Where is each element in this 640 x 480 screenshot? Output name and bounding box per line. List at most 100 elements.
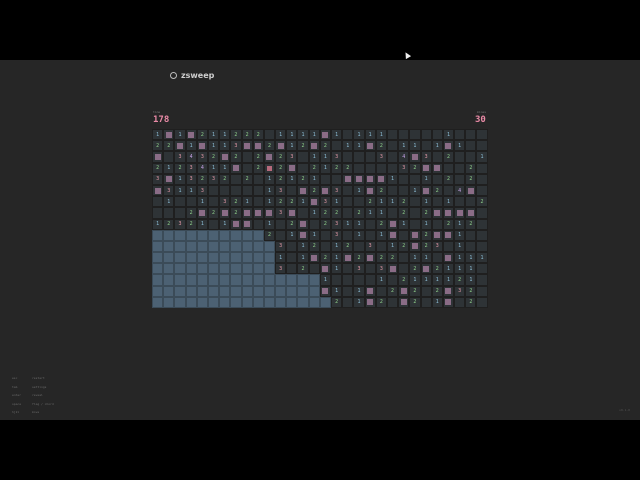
number-cell[interactable]: 1: [275, 252, 287, 264]
revealed-cell[interactable]: [319, 240, 331, 253]
hidden-cell[interactable]: [230, 296, 242, 308]
revealed-cell[interactable]: [252, 196, 264, 208]
number-cell[interactable]: 1: [386, 240, 399, 253]
number-cell[interactable]: 1: [375, 196, 387, 208]
flag-cell[interactable]: [319, 184, 331, 197]
number-cell[interactable]: 2: [386, 252, 399, 264]
hidden-cell[interactable]: [152, 252, 164, 264]
number-cell[interactable]: 2: [375, 252, 387, 264]
number-cell[interactable]: 1: [308, 207, 320, 219]
number-cell[interactable]: 1: [263, 173, 276, 185]
number-cell[interactable]: 2: [275, 196, 287, 208]
hidden-cell[interactable]: [196, 252, 208, 264]
number-cell[interactable]: 2: [319, 252, 331, 264]
revealed-cell[interactable]: [431, 173, 443, 185]
flag-cell[interactable]: [431, 162, 443, 174]
revealed-cell[interactable]: [174, 196, 186, 208]
revealed-cell[interactable]: [398, 252, 410, 264]
number-cell[interactable]: 2: [431, 263, 443, 275]
flag-cell[interactable]: [364, 184, 376, 197]
hidden-cell[interactable]: [207, 274, 220, 286]
flag-cell[interactable]: [353, 173, 365, 185]
revealed-cell[interactable]: [353, 274, 365, 286]
app-title[interactable]: zsweep: [170, 71, 214, 80]
revealed-cell[interactable]: [207, 196, 220, 208]
hidden-cell[interactable]: [207, 252, 220, 264]
flag-cell[interactable]: [375, 173, 387, 185]
revealed-cell[interactable]: [342, 296, 354, 308]
flag-cell[interactable]: [286, 162, 298, 174]
number-cell[interactable]: 2: [465, 285, 477, 297]
flag-cell[interactable]: [398, 285, 410, 297]
number-cell[interactable]: 1: [454, 263, 466, 275]
hidden-cell[interactable]: [252, 285, 264, 297]
number-cell[interactable]: 1: [174, 173, 186, 185]
number-cell[interactable]: 2: [219, 173, 231, 185]
revealed-cell[interactable]: [409, 196, 421, 208]
flag-cell[interactable]: [442, 140, 455, 152]
flag-cell[interactable]: [319, 285, 331, 297]
hidden-cell[interactable]: [252, 229, 264, 241]
number-cell[interactable]: 1: [219, 162, 231, 174]
revealed-cell[interactable]: [431, 196, 443, 208]
revealed-cell[interactable]: [476, 274, 488, 286]
flag-cell[interactable]: [465, 207, 477, 219]
hidden-cell[interactable]: [308, 296, 320, 308]
number-cell[interactable]: 3: [331, 218, 343, 230]
flag-cell[interactable]: [319, 263, 331, 275]
number-cell[interactable]: 3: [286, 151, 298, 163]
revealed-cell[interactable]: [465, 129, 477, 141]
number-cell[interactable]: 2: [230, 129, 242, 141]
number-cell[interactable]: 1: [353, 285, 365, 297]
number-cell[interactable]: 1: [185, 184, 197, 197]
flag-cell[interactable]: [263, 207, 276, 219]
number-cell[interactable]: 1: [409, 252, 421, 264]
hidden-cell[interactable]: [174, 274, 186, 286]
number-cell[interactable]: 1: [431, 140, 443, 152]
number-cell[interactable]: 2: [398, 196, 410, 208]
number-cell[interactable]: 1: [375, 207, 387, 219]
revealed-cell[interactable]: [465, 196, 477, 208]
revealed-cell[interactable]: [342, 229, 354, 241]
hidden-cell[interactable]: [196, 296, 208, 308]
revealed-cell[interactable]: [252, 173, 264, 185]
number-cell[interactable]: 3: [420, 151, 432, 163]
flag-cell[interactable]: [185, 129, 197, 141]
revealed-cell[interactable]: [275, 229, 287, 241]
flag-cell[interactable]: [431, 229, 443, 241]
revealed-cell[interactable]: [420, 129, 432, 141]
number-cell[interactable]: 1: [454, 229, 466, 241]
number-cell[interactable]: 1: [398, 218, 410, 230]
number-cell[interactable]: 3: [275, 207, 287, 219]
flag-cell[interactable]: [431, 207, 443, 219]
number-cell[interactable]: 1: [476, 151, 488, 163]
number-cell[interactable]: 2: [409, 162, 421, 174]
revealed-cell[interactable]: [308, 263, 320, 275]
number-cell[interactable]: 1: [308, 229, 320, 241]
hidden-cell[interactable]: [174, 296, 186, 308]
hidden-cell[interactable]: [185, 263, 197, 275]
number-cell[interactable]: 3: [196, 151, 208, 163]
number-cell[interactable]: 3: [196, 184, 208, 197]
number-cell[interactable]: 2: [431, 285, 443, 297]
number-cell[interactable]: 3: [319, 196, 331, 208]
hidden-cell[interactable]: [207, 296, 220, 308]
revealed-cell[interactable]: [476, 240, 488, 253]
hidden-cell[interactable]: [297, 296, 309, 308]
number-cell[interactable]: 2: [308, 184, 320, 197]
hidden-cell[interactable]: [152, 229, 164, 241]
flag-cell[interactable]: [174, 140, 186, 152]
revealed-cell[interactable]: [454, 173, 466, 185]
revealed-cell[interactable]: [454, 196, 466, 208]
number-cell[interactable]: 1: [465, 252, 477, 264]
number-cell[interactable]: 3: [207, 173, 220, 185]
number-cell[interactable]: 2: [375, 184, 387, 197]
number-cell[interactable]: 3: [163, 184, 175, 197]
hidden-cell[interactable]: [185, 296, 197, 308]
hidden-cell[interactable]: [163, 240, 175, 253]
number-cell[interactable]: 1: [275, 129, 287, 141]
number-cell[interactable]: 1: [263, 218, 276, 230]
hidden-cell[interactable]: [308, 285, 320, 297]
hidden-cell[interactable]: [263, 274, 276, 286]
number-cell[interactable]: 1: [297, 252, 309, 264]
